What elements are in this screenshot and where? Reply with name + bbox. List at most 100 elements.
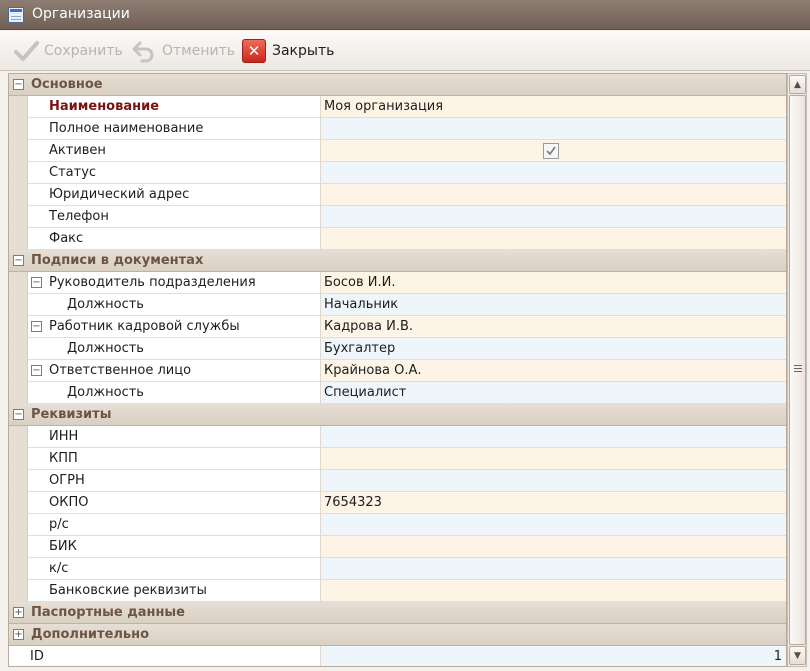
property-value[interactable] [321, 118, 786, 139]
property-value[interactable]: Босов И.И. [321, 272, 786, 293]
property-row-responsible[interactable]: − Ответственное лицо Крайнова О.А. [9, 360, 786, 382]
property-value[interactable] [321, 470, 786, 491]
category-label: Подписи в документах [31, 253, 204, 268]
property-row-status[interactable]: Статус [9, 162, 786, 184]
category-signatures[interactable]: − Подписи в документах [9, 250, 786, 272]
category-label: Реквизиты [31, 407, 112, 422]
property-value[interactable] [321, 140, 786, 161]
property-row-okpo[interactable]: ОКПО 7654323 [9, 492, 786, 514]
property-value[interactable]: Специалист [321, 382, 786, 403]
category-passport[interactable]: + Паспортные данные [9, 602, 786, 624]
property-value[interactable] [321, 228, 786, 249]
property-label: ИНН [49, 429, 79, 444]
property-row-inn[interactable]: ИНН [9, 426, 786, 448]
property-label: Юридический адрес [49, 187, 190, 202]
property-value[interactable]: Моя организация [321, 96, 786, 117]
category-main[interactable]: − Основное [9, 74, 786, 96]
property-row-legal-address[interactable]: Юридический адрес [9, 184, 786, 206]
property-label: ID [30, 649, 44, 664]
property-row-head[interactable]: − Руководитель подразделения Босов И.И. [9, 272, 786, 294]
property-row-id[interactable]: ID 1 [9, 646, 786, 666]
property-value[interactable]: Начальник [321, 294, 786, 315]
property-label: КПП [49, 451, 78, 466]
property-label: Наименование [49, 99, 160, 114]
active-checkbox[interactable] [543, 143, 559, 159]
property-row-responsible-position[interactable]: Должность Специалист [9, 382, 786, 404]
undo-icon [130, 37, 158, 65]
category-label: Дополнительно [31, 627, 150, 642]
save-button[interactable]: Сохранить [12, 37, 123, 65]
property-label: Должность [67, 297, 144, 312]
expand-toggle-icon[interactable]: + [13, 629, 24, 640]
category-requisites[interactable]: − Реквизиты [9, 404, 786, 426]
save-label: Сохранить [44, 43, 123, 59]
category-additional[interactable]: + Дополнительно [9, 624, 786, 646]
property-value[interactable] [321, 580, 786, 601]
property-row-account[interactable]: р/с [9, 514, 786, 536]
cancel-button[interactable]: Отменить [130, 37, 235, 65]
property-label: Должность [67, 385, 144, 400]
scroll-up-icon[interactable]: ▲ [789, 75, 806, 94]
property-value[interactable]: Крайнова О.А. [321, 360, 786, 381]
scroll-down-icon[interactable]: ▼ [789, 646, 806, 665]
property-label: Активен [49, 143, 106, 158]
table-window-icon [8, 7, 24, 23]
close-icon: ✕ [240, 37, 268, 65]
property-row-ogrn[interactable]: ОГРН [9, 470, 786, 492]
title-bar: Организации [0, 0, 810, 30]
property-value[interactable]: Кадрова И.В. [321, 316, 786, 337]
close-label: Закрыть [272, 43, 335, 59]
property-value[interactable] [321, 558, 786, 579]
property-value[interactable] [321, 426, 786, 447]
checkmark-icon [12, 37, 40, 65]
property-row-bank-details[interactable]: Банковские реквизиты [9, 580, 786, 602]
property-value[interactable] [321, 514, 786, 535]
property-value[interactable]: Бухгалтер [321, 338, 786, 359]
property-value[interactable] [321, 162, 786, 183]
property-value[interactable] [321, 448, 786, 469]
cancel-label: Отменить [162, 43, 236, 59]
collapse-toggle-icon[interactable]: − [31, 321, 42, 332]
property-label: Факс [49, 231, 84, 246]
property-label: Работник кадровой службы [49, 319, 240, 334]
property-row-corr-account[interactable]: к/с [9, 558, 786, 580]
property-label: Статус [49, 165, 97, 180]
category-label: Основное [31, 77, 103, 92]
property-label: БИК [49, 539, 77, 554]
property-row-active[interactable]: Активен [9, 140, 786, 162]
property-row-kpp[interactable]: КПП [9, 448, 786, 470]
property-label: ОКПО [49, 495, 89, 510]
grip-icon [794, 365, 802, 372]
property-row-full-name[interactable]: Полное наименование [9, 118, 786, 140]
collapse-toggle-icon[interactable]: − [31, 365, 42, 376]
property-label: Должность [67, 341, 144, 356]
property-row-hr-position[interactable]: Должность Бухгалтер [9, 338, 786, 360]
property-label: Телефон [49, 209, 109, 224]
expand-toggle-icon[interactable]: + [13, 607, 24, 618]
close-button[interactable]: ✕ Закрыть [240, 37, 334, 65]
property-row-head-position[interactable]: Должность Начальник [9, 294, 786, 316]
property-grid: − Основное Наименование Моя организация … [8, 73, 787, 667]
scroll-thumb[interactable] [789, 95, 806, 645]
property-row-phone[interactable]: Телефон [9, 206, 786, 228]
property-row-bik[interactable]: БИК [9, 536, 786, 558]
collapse-toggle-icon[interactable]: − [13, 409, 24, 420]
property-value[interactable]: 1 [321, 646, 786, 666]
property-row-hr[interactable]: − Работник кадровой службы Кадрова И.В. [9, 316, 786, 338]
property-row-name[interactable]: Наименование Моя организация [9, 96, 786, 118]
property-value[interactable]: 7654323 [321, 492, 786, 513]
property-label: р/с [49, 517, 69, 532]
toolbar: Сохранить Отменить ✕ Закрыть [0, 31, 810, 71]
property-value[interactable] [321, 206, 786, 227]
property-value[interactable] [321, 536, 786, 557]
property-label: ОГРН [49, 473, 85, 488]
vertical-scrollbar[interactable]: ▲ ▼ [787, 73, 807, 667]
property-row-fax[interactable]: Факс [9, 228, 786, 250]
collapse-toggle-icon[interactable]: − [13, 79, 24, 90]
collapse-toggle-icon[interactable]: − [13, 255, 24, 266]
property-value[interactable] [321, 184, 786, 205]
window-title: Организации [32, 6, 130, 22]
category-label: Паспортные данные [31, 605, 186, 620]
property-label: Полное наименование [49, 121, 204, 136]
collapse-toggle-icon[interactable]: − [31, 277, 42, 288]
